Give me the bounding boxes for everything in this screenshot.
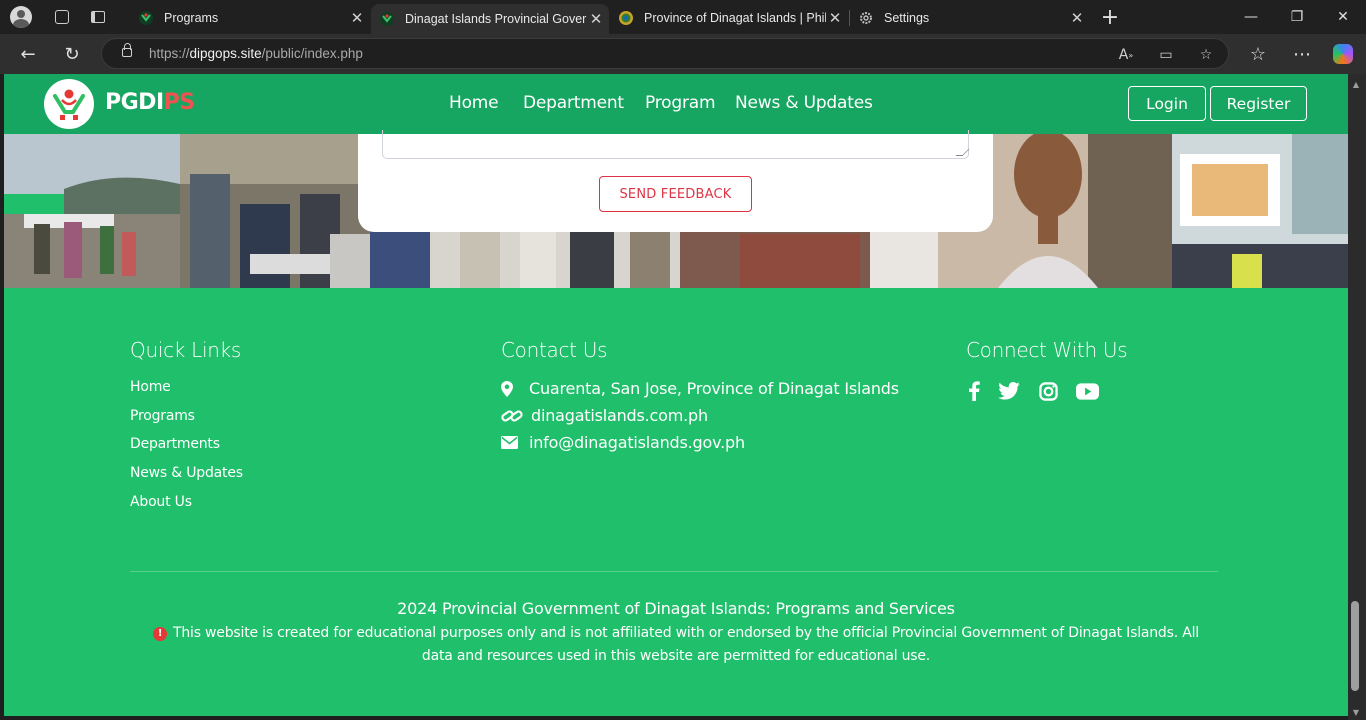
favorites-list-icon[interactable]: ☆ [1242, 38, 1274, 70]
profile-avatar-icon[interactable] [10, 6, 32, 28]
close-tab-icon[interactable]: ✕ [1068, 9, 1086, 27]
scroll-down-arrow-icon[interactable]: ▼ [1351, 708, 1361, 717]
address-bar[interactable]: https://dipgops.site/public/index.php A»… [101, 38, 1229, 69]
tab-dinagat-provincial[interactable]: Dinagat Islands Provincial Govern ✕ [371, 4, 609, 34]
email-text[interactable]: info@dinagatislands.gov.ph [529, 433, 745, 452]
login-button[interactable]: Login [1128, 86, 1206, 121]
browser-toolbar: ← ↻ https://dipgops.site/public/index.ph… [0, 34, 1366, 74]
close-tab-icon[interactable]: ✕ [826, 9, 844, 27]
map-marker-icon [501, 380, 523, 397]
footer-link-news-updates[interactable]: News & Updates [130, 465, 243, 481]
nav-news-updates[interactable]: News & Updates [735, 93, 873, 113]
contact-address: Cuarenta, San Jose, Province of Dinagat … [501, 379, 899, 398]
quick-links-heading: Quick Links [130, 338, 241, 362]
workspaces-icon[interactable] [44, 0, 80, 34]
contact-us-heading: Contact Us [501, 338, 608, 362]
nav-home[interactable]: Home [449, 93, 499, 113]
tab-province-dinagat[interactable]: Province of Dinagat Islands | Phili ✕ [610, 4, 848, 32]
address-text: Cuarenta, San Jose, Province of Dinagat … [529, 379, 899, 398]
pgdips-logo[interactable] [44, 79, 94, 129]
back-arrow-icon[interactable]: ← [12, 38, 44, 70]
website-text[interactable]: dinagatislands.com.ph [531, 406, 708, 425]
immersive-reader-icon[interactable]: ▭ [1156, 45, 1176, 65]
footer-link-programs[interactable]: Programs [130, 408, 195, 424]
youtube-icon[interactable] [1075, 380, 1099, 402]
coastline-photo [4, 134, 180, 288]
url-text[interactable]: https://dipgops.site/public/index.php [149, 46, 363, 61]
new-tab-plus-icon[interactable]: + [1096, 2, 1124, 32]
facebook-icon[interactable] [962, 380, 986, 402]
tab-settings[interactable]: Settings ✕ [850, 4, 1090, 32]
send-feedback-button[interactable]: SEND FEEDBACK [599, 176, 752, 212]
resize-handle-icon[interactable] [955, 149, 970, 156]
minimize-icon[interactable]: — [1228, 0, 1274, 34]
tab-actions-icon[interactable] [80, 0, 116, 34]
favorite-star-icon[interactable]: ☆ [1196, 45, 1216, 65]
settings-gear-icon [860, 12, 872, 24]
refresh-icon[interactable]: ↻ [56, 38, 88, 70]
footer-divider [130, 571, 1218, 572]
copilot-icon[interactable] [1333, 44, 1353, 64]
tab-title: Province of Dinagat Islands | Phili [644, 11, 826, 25]
instagram-icon[interactable] [1036, 380, 1060, 402]
tab-title: Dinagat Islands Provincial Govern [405, 12, 587, 26]
disclaimer: ! This website is created for educational… [138, 622, 1214, 668]
connect-heading: Connect With Us [966, 338, 1128, 362]
pgdips-favicon-icon [380, 12, 394, 26]
contact-website[interactable]: dinagatislands.com.ph [501, 406, 708, 425]
close-tab-icon[interactable]: ✕ [587, 10, 605, 28]
close-tab-icon[interactable]: ✕ [348, 9, 366, 27]
tab-title: Programs [164, 11, 219, 25]
footer-link-home[interactable]: Home [130, 379, 171, 395]
restore-icon[interactable]: ❐ [1274, 0, 1320, 34]
feedback-form-card: SEND FEEDBACK [358, 130, 993, 232]
copyright-text: 2024 Provincial Government of Dinagat Is… [397, 599, 955, 618]
envelope-icon [501, 436, 523, 449]
web-page: PGDIPS Home Department Program News & Up… [4, 74, 1348, 716]
scrollbar-thumb[interactable] [1351, 601, 1359, 691]
more-options-icon[interactable]: ⋯ [1286, 38, 1318, 70]
twitter-icon[interactable] [997, 380, 1021, 402]
site-header: PGDIPS Home Department Program News & Up… [4, 74, 1348, 134]
close-window-icon[interactable]: ✕ [1320, 0, 1366, 34]
link-icon [501, 408, 525, 424]
lock-icon[interactable] [122, 43, 132, 57]
footer-link-departments[interactable]: Departments [130, 436, 220, 452]
nav-department[interactable]: Department [523, 93, 624, 113]
brand-name[interactable]: PGDIPS [105, 90, 195, 115]
nav-program[interactable]: Program [645, 93, 716, 113]
contact-email[interactable]: info@dinagatislands.gov.ph [501, 433, 745, 452]
pgdips-favicon-icon [139, 11, 153, 25]
hands-logo-icon [53, 89, 85, 120]
scroll-up-arrow-icon[interactable]: ▲ [1351, 80, 1361, 89]
feedback-textarea[interactable] [382, 130, 970, 159]
read-aloud-icon[interactable]: A» [1116, 45, 1136, 65]
tab-programs[interactable]: Programs ✕ [130, 4, 370, 32]
footer-link-about-us[interactable]: About Us [130, 494, 192, 510]
register-button[interactable]: Register [1210, 86, 1307, 121]
seminar-projector-photo [1172, 134, 1348, 288]
tab-title: Settings [884, 11, 930, 25]
province-seal-favicon-icon [619, 11, 633, 25]
exclamation-circle-icon: ! [153, 627, 167, 641]
disclaimer-text: This website is created for educational … [173, 625, 1199, 664]
